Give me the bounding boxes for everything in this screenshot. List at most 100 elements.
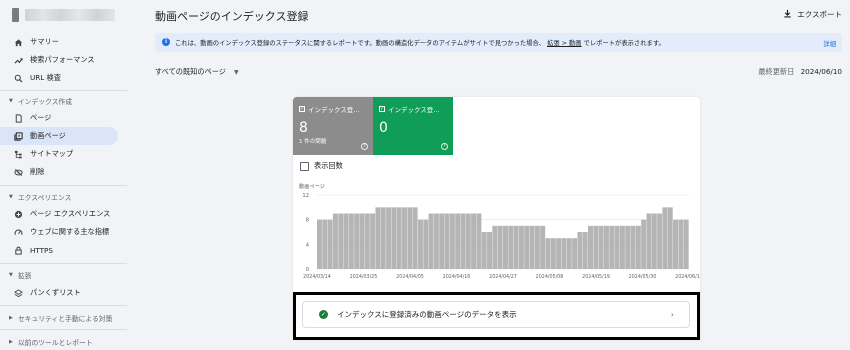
bar bbox=[455, 213, 461, 269]
impressions-toggle[interactable]: 表示回数 bbox=[300, 161, 343, 171]
section-enhancements[interactable]: ▼ 拡張 bbox=[0, 268, 118, 282]
info-text-before: これは、動画のインデックス登録のステータスに関するレポートです。動画の構造化デー… bbox=[175, 40, 546, 47]
last-updated-date: 2024/06/10 bbox=[800, 67, 842, 76]
video-library-icon bbox=[13, 131, 23, 141]
learn-more-link[interactable]: 詳細 bbox=[823, 39, 836, 48]
caret-right-icon: ▶ bbox=[9, 339, 13, 345]
sidebar-item-breadcrumbs[interactable]: パンくずリスト bbox=[0, 284, 118, 302]
sidebar-item-https[interactable]: HTTPS bbox=[0, 241, 118, 259]
page-filter-dropdown[interactable]: すべての既知のページ ▼ bbox=[155, 67, 239, 77]
sidebar-item-label: ウェブに関する主な指標 bbox=[30, 227, 110, 236]
tile-label: インデックス登... bbox=[308, 106, 360, 114]
sidebar-item-page-experience[interactable]: ページ エクスペリエンス bbox=[0, 205, 118, 223]
x-tick-label: 2024/04/27 bbox=[489, 274, 517, 280]
divider bbox=[0, 90, 127, 91]
sidebar-item-label: ページ bbox=[30, 113, 52, 122]
section-label: インデックス作成 bbox=[17, 98, 73, 106]
sidebar-item-label: ページ エクスペリエンス bbox=[30, 209, 111, 218]
sidebar-item-overview[interactable]: サマリー bbox=[0, 33, 118, 51]
bar bbox=[449, 213, 455, 269]
x-tick-label: 2024/06/10 bbox=[675, 274, 700, 280]
bar bbox=[683, 219, 689, 269]
bar bbox=[625, 225, 631, 269]
bar bbox=[322, 219, 328, 269]
bar bbox=[481, 232, 487, 269]
bar bbox=[423, 219, 429, 269]
bar bbox=[609, 225, 615, 269]
last-updated-label: 最終更新日 bbox=[758, 67, 795, 76]
sidebar-item-core-web-vitals[interactable]: ウェブに関する主な指標 bbox=[0, 223, 118, 241]
bar bbox=[518, 225, 524, 269]
bar bbox=[678, 219, 684, 269]
trending-up-icon bbox=[13, 55, 23, 65]
view-indexed-data-button[interactable]: ✓ インデックスに登録済みの動画ページのデータを表示 › bbox=[302, 301, 690, 328]
section-label: 拡張 bbox=[17, 272, 32, 280]
sidebar-item-label: 削除 bbox=[30, 167, 45, 176]
help-icon[interactable]: ? bbox=[441, 143, 448, 150]
help-icon[interactable]: ? bbox=[361, 143, 368, 150]
bar bbox=[513, 225, 519, 269]
x-tick-label: 2024/04/16 bbox=[443, 274, 471, 280]
bar bbox=[465, 213, 471, 269]
property-selector[interactable] bbox=[12, 8, 115, 22]
tile-indexed[interactable]: ✓ インデックス登... 0 ? bbox=[373, 97, 453, 155]
bar bbox=[662, 207, 668, 269]
x-tick-label: 2024/05/19 bbox=[582, 274, 610, 280]
sidebar-item-label: HTTPS bbox=[30, 245, 53, 255]
chart-area: 動画ページ 12 8 4 0 2024/03/14 2024/03/25 2024/04/05… bbox=[293, 182, 700, 282]
bar bbox=[593, 225, 599, 269]
caret-down-icon: ▼ bbox=[9, 98, 13, 104]
export-button[interactable]: エクスポート bbox=[783, 9, 842, 20]
sidebar-item-video-pages[interactable]: 動画ページ bbox=[0, 127, 118, 145]
video-pages-chart: 動画ページ 12 8 4 02024/03/14 2024/03/25 2024/04/05… bbox=[299, 182, 700, 280]
bar bbox=[444, 213, 450, 269]
bar bbox=[343, 213, 349, 269]
section-indexing[interactable]: ▼ インデックス作成 bbox=[0, 94, 118, 108]
sidebar-item-label: 検索パフォーマンス bbox=[30, 55, 95, 64]
visibility-off-icon bbox=[13, 167, 23, 177]
bar bbox=[566, 238, 572, 269]
tile-count: 0 bbox=[379, 120, 388, 136]
info-icon: i bbox=[162, 38, 170, 46]
section-legacy[interactable]: ▶ 以前のツールとレポート bbox=[0, 335, 118, 349]
bar bbox=[402, 207, 407, 269]
divider bbox=[0, 305, 127, 306]
layers-icon bbox=[13, 288, 23, 298]
y-tick-label: 0 bbox=[306, 267, 309, 273]
bar bbox=[386, 207, 392, 269]
sidebar-item-performance[interactable]: 検索パフォーマンス bbox=[0, 51, 118, 69]
divider bbox=[0, 185, 127, 186]
section-security[interactable]: ▶ セキュリティと手動による対策 bbox=[0, 311, 118, 325]
bar bbox=[433, 213, 439, 269]
tile-not-indexed[interactable]: ✓ インデックス登... 8 1 件の問題 ? bbox=[293, 97, 373, 155]
bar bbox=[556, 238, 562, 269]
section-label: エクスペリエンス bbox=[17, 194, 72, 202]
sidebar-item-sitemaps[interactable]: サイトマップ bbox=[0, 145, 118, 163]
bar bbox=[534, 225, 540, 269]
bar bbox=[641, 219, 647, 269]
section-experience[interactable]: ▼ エクスペリエンス bbox=[0, 190, 118, 204]
bar bbox=[439, 213, 445, 269]
bar bbox=[657, 213, 663, 269]
bar bbox=[651, 213, 657, 269]
sidebar-item-removals[interactable]: 削除 bbox=[0, 163, 118, 181]
sidebar-item-url-inspection[interactable]: URL 検査 bbox=[0, 69, 118, 87]
home-icon bbox=[13, 37, 23, 47]
bar bbox=[572, 238, 578, 269]
bar bbox=[598, 225, 604, 269]
bar bbox=[561, 238, 567, 269]
bar bbox=[348, 213, 354, 269]
checkbox-checked-icon: ✓ bbox=[299, 106, 305, 112]
enhancements-video-link[interactable]: 拡張 > 動画 bbox=[547, 38, 581, 47]
bar bbox=[588, 225, 593, 269]
y-tick-label: 12 bbox=[302, 193, 309, 199]
download-icon bbox=[783, 9, 792, 20]
bar bbox=[407, 207, 413, 269]
action-label: インデックスに登録済みの動画ページのデータを表示 bbox=[337, 310, 517, 319]
x-tick-label: 2024/05/08 bbox=[536, 274, 564, 280]
y-tick-label: 8 bbox=[306, 218, 309, 224]
sidebar-item-pages[interactable]: ページ bbox=[0, 109, 118, 127]
check-circle-icon: ✓ bbox=[319, 310, 328, 319]
divider bbox=[0, 329, 127, 330]
bar bbox=[582, 232, 588, 269]
